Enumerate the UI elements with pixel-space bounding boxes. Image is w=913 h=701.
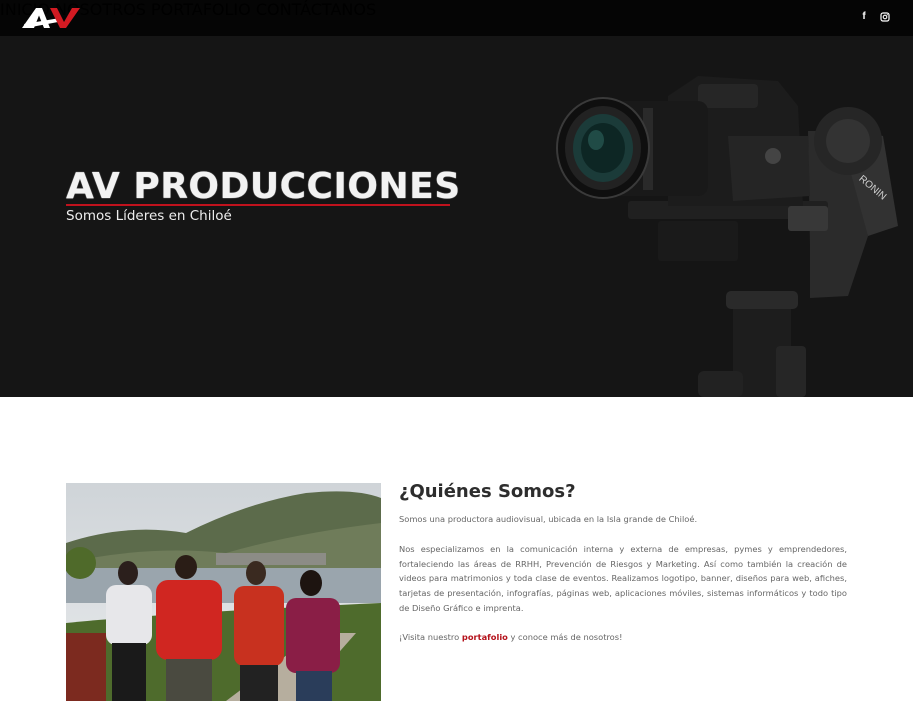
hero-title-underline [66, 204, 450, 206]
about-paragraph-2: Nos especializamos en la comunicación in… [399, 544, 847, 613]
hero-title: AV PRODUCCIONES [66, 166, 461, 207]
facebook-icon[interactable]: f [858, 11, 870, 23]
hero-banner: AV PRODUCCIONES Somos Líderes en Chiloé … [0, 36, 913, 397]
about-cta-before: ¡Visita nuestro [399, 632, 462, 642]
top-navbar: INICIO NOSOTROS PORTAFOLIO CONTÁCTANOS f [0, 0, 913, 36]
about-cta-after: y conoce más de nosotros! [507, 632, 623, 642]
camera-gimbal-image: RONIN [556, 76, 898, 397]
nav-portafolio[interactable]: PORTAFOLIO [151, 0, 251, 19]
portfolio-link[interactable]: portafolio [462, 632, 508, 642]
av-logo[interactable] [20, 4, 84, 30]
about-title: ¿Quiénes Somos? [399, 481, 576, 502]
about-paragraph-3: ¡Visita nuestro portafolio y conoce más … [399, 630, 847, 645]
about-paragraph-1: Somos una productora audiovisual, ubicad… [399, 514, 698, 524]
hero-subtitle: Somos Líderes en Chiloé [66, 208, 232, 224]
nav-contactanos[interactable]: CONTÁCTANOS [256, 0, 376, 19]
instagram-icon[interactable] [879, 11, 891, 23]
team-photo [66, 483, 381, 701]
